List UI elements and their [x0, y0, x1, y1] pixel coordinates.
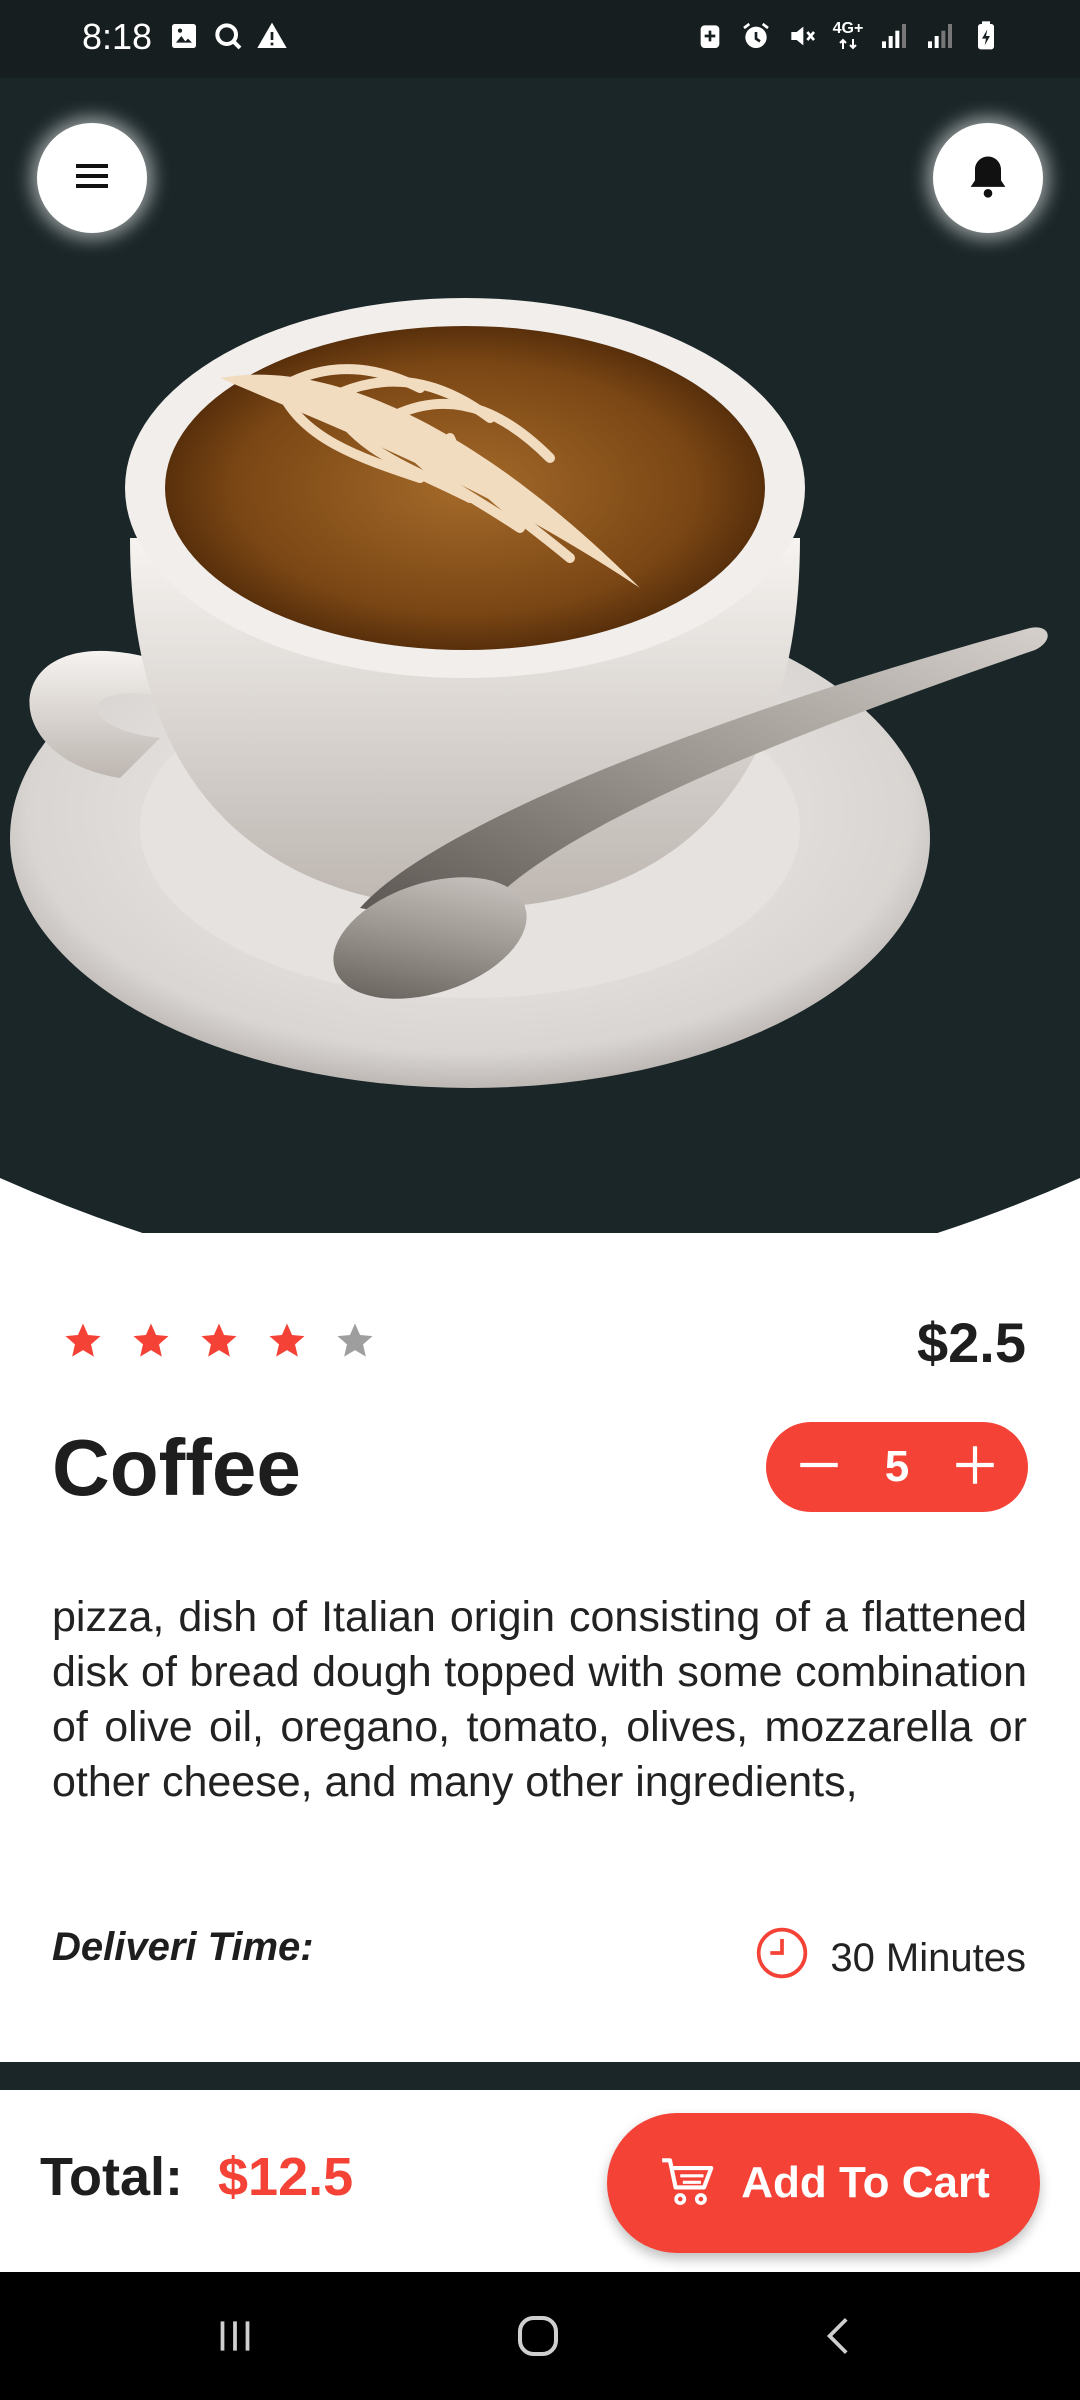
total-label: Total:	[40, 2147, 183, 2207]
menu-button[interactable]	[37, 123, 147, 233]
network-4g-icon: 4G+	[832, 20, 864, 52]
minus-icon	[794, 1440, 844, 1495]
home-icon	[511, 2309, 565, 2368]
system-navigation-bar	[0, 2272, 1080, 2400]
alarm-icon	[740, 20, 772, 52]
product-price: $2.5	[917, 1311, 1026, 1374]
star-filled-icon	[65, 1323, 101, 1357]
battery-icon	[970, 20, 1002, 52]
status-bar: 8:18 4G+	[0, 0, 1080, 78]
mute-icon	[786, 20, 818, 52]
hero-curve	[0, 1178, 1080, 1233]
back-icon	[815, 2311, 865, 2366]
total-value: $12.5	[218, 2147, 354, 2207]
hamburger-menu-icon	[68, 152, 116, 205]
plus-icon	[950, 1440, 1000, 1495]
product-title: Coffee	[52, 1423, 301, 1512]
delivery-time-label: Deliveri Time:	[52, 1925, 314, 1969]
battery-saver-icon	[694, 20, 726, 52]
add-to-cart-label: Add To Cart	[741, 2158, 990, 2207]
quantity-value: 5	[884, 1442, 910, 1491]
status-left-icons	[168, 20, 288, 52]
star-empty-icon	[337, 1323, 373, 1357]
search-circle-icon	[212, 20, 244, 52]
status-right-icons: 4G+	[694, 20, 1002, 52]
star-filled-icon	[133, 1323, 169, 1357]
warning-icon	[256, 20, 288, 52]
star-filled-icon	[269, 1323, 305, 1357]
recent-apps-button[interactable]	[205, 2308, 265, 2368]
bell-icon	[962, 150, 1014, 207]
star-filled-icon	[201, 1323, 237, 1357]
signal-icon	[878, 20, 910, 52]
decrement-button[interactable]	[794, 1442, 844, 1492]
status-time: 8:18	[82, 16, 153, 57]
bottom-divider	[0, 2062, 1080, 2092]
delivery-time: 30 Minutes	[754, 1925, 1026, 1991]
back-button[interactable]	[810, 2308, 870, 2368]
increment-button[interactable]	[950, 1442, 1000, 1492]
clock-icon	[754, 1925, 810, 1991]
quantity-stepper: 5	[766, 1422, 1028, 1512]
add-to-cart-button[interactable]: Add To Cart	[607, 2113, 1040, 2253]
rating-stars	[62, 1320, 376, 1362]
home-button[interactable]	[508, 2308, 568, 2368]
notification-button[interactable]	[933, 123, 1043, 233]
delivery-time-value: 30 Minutes	[830, 1935, 1026, 1980]
product-description: pizza, dish of Italian origin consisting…	[52, 1593, 1027, 1806]
product-image	[10, 298, 1048, 1088]
signal-icon	[924, 20, 956, 52]
image-icon	[168, 20, 200, 52]
cart-icon	[657, 2150, 719, 2217]
recent-apps-icon	[210, 2311, 260, 2366]
hero-section	[0, 78, 1080, 1233]
bottom-bar: Total: $12.5 Add To Cart	[0, 2090, 1080, 2272]
